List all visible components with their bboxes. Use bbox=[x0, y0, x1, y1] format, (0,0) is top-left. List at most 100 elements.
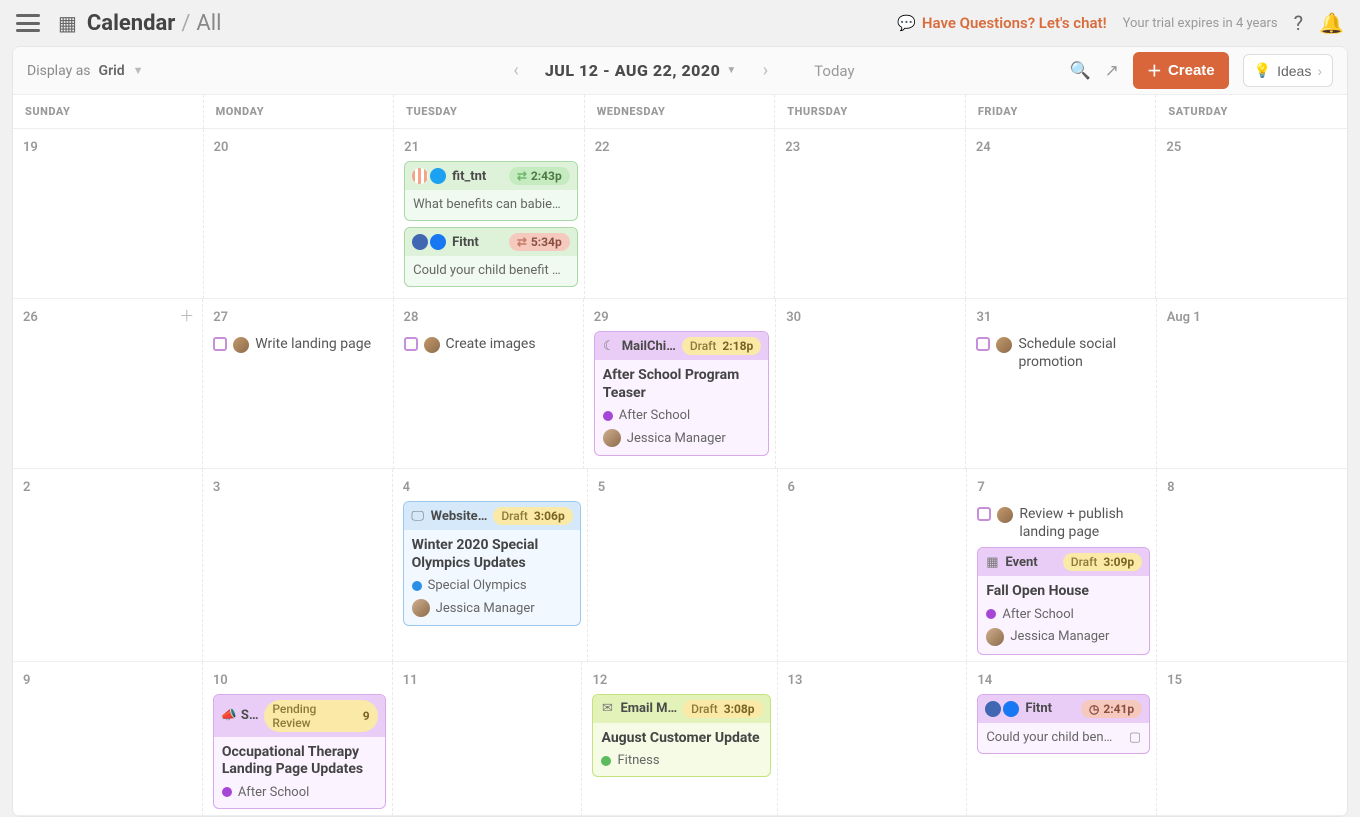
avatar bbox=[412, 599, 430, 617]
day-cell[interactable]: 5 bbox=[588, 469, 778, 662]
task-item[interactable]: Create images bbox=[404, 335, 577, 353]
search-icon[interactable]: 🔍 bbox=[1070, 61, 1091, 81]
email-card[interactable]: ☾ MailChi… Draft2:18p After School Progr… bbox=[594, 331, 769, 456]
card-title: August Customer Update bbox=[601, 730, 761, 748]
chevron-down-icon: ▼ bbox=[133, 64, 144, 77]
day-cell[interactable]: 26＋ bbox=[13, 299, 203, 469]
weekday-tue: TUESDAY bbox=[394, 95, 585, 128]
day-cell[interactable]: 4 🖵 Website… Draft3:06p Winter 2020 Spec… bbox=[393, 469, 588, 662]
day-cell[interactable]: 31 Schedule social promotion bbox=[966, 299, 1156, 469]
avatar bbox=[603, 429, 621, 447]
social-card[interactable]: fit_tnt ⇄2:43p What benefits can babie… bbox=[404, 161, 578, 221]
checkbox[interactable] bbox=[213, 337, 227, 351]
day-cell[interactable]: Aug 1 bbox=[1157, 299, 1347, 469]
avatar bbox=[986, 628, 1004, 646]
checkbox[interactable] bbox=[977, 507, 991, 521]
chat-link[interactable]: 💬 Have Questions? Let's chat! bbox=[897, 14, 1106, 32]
day-cell[interactable]: 15 bbox=[1157, 662, 1347, 816]
weekday-fri: FRIDAY bbox=[966, 95, 1157, 128]
social-card[interactable]: Fitnt ◷2:41p Could your child ben… ▢ bbox=[977, 694, 1150, 754]
day-cell[interactable]: 29 ☾ MailChi… Draft2:18p After School Pr… bbox=[584, 299, 776, 469]
help-icon[interactable]: ? bbox=[1294, 11, 1303, 35]
tag-dot bbox=[601, 756, 611, 766]
avatar bbox=[233, 337, 249, 353]
day-cell[interactable]: 11 bbox=[393, 662, 583, 816]
chevron-right-icon: › bbox=[1317, 63, 1322, 79]
week-row-4: 9 10 📣 S… Pending Review 9 Occupational … bbox=[13, 662, 1347, 816]
today-button[interactable]: Today bbox=[814, 62, 854, 80]
calendar-toolbar: Display as Grid ▼ ‹ JUL 12 - AUG 22, 202… bbox=[13, 47, 1347, 95]
weekday-headers: SUNDAY MONDAY TUESDAY WEDNESDAY THURSDAY… bbox=[13, 95, 1347, 129]
day-cell[interactable]: 2 bbox=[13, 469, 203, 662]
task-item[interactable]: Write landing page bbox=[213, 335, 386, 353]
day-cell[interactable]: 20 bbox=[204, 129, 395, 299]
plus-icon: ＋ bbox=[1147, 60, 1162, 81]
envelope-icon: ✉ bbox=[600, 701, 614, 716]
breadcrumb-sep: / bbox=[181, 11, 190, 36]
weekday-wed: WEDNESDAY bbox=[585, 95, 776, 128]
checkbox[interactable] bbox=[404, 337, 418, 351]
card-body: Could your child ben… bbox=[986, 730, 1129, 745]
status-pill: Draft3:06p bbox=[493, 507, 572, 525]
day-cell[interactable]: 27 Write landing page bbox=[203, 299, 393, 469]
tag-dot bbox=[603, 411, 613, 421]
social-card[interactable]: Fitnt ⇄5:34p Could your child benefit … bbox=[404, 227, 578, 287]
chat-icon: 💬 bbox=[897, 14, 916, 32]
day-cell[interactable]: 28 Create images bbox=[394, 299, 584, 469]
mailchimp-icon: ☾ bbox=[602, 339, 616, 354]
clock-icon: ◷ bbox=[1089, 702, 1099, 716]
app-header: ▦ Calendar / All 💬 Have Questions? Let's… bbox=[0, 0, 1360, 46]
bell-icon[interactable]: 🔔 bbox=[1319, 11, 1344, 35]
day-cell[interactable]: 10 📣 S… Pending Review 9 Occupational Th… bbox=[203, 662, 393, 816]
checkbox[interactable] bbox=[976, 337, 990, 351]
next-icon[interactable]: › bbox=[755, 56, 776, 85]
day-cell[interactable]: 24 bbox=[966, 129, 1157, 299]
content-card[interactable]: 🖵 Website… Draft3:06p Winter 2020 Specia… bbox=[403, 501, 581, 626]
facebook-icon bbox=[412, 234, 428, 250]
menu-icon[interactable] bbox=[16, 14, 40, 32]
social-campaign-card[interactable]: 📣 S… Pending Review 9 Occupational Thera… bbox=[213, 694, 386, 809]
avatar bbox=[996, 337, 1012, 353]
ideas-button[interactable]: 💡 Ideas › bbox=[1243, 54, 1333, 87]
status-pill: Draft2:18p bbox=[682, 337, 761, 355]
day-cell[interactable]: 6 bbox=[778, 469, 968, 662]
day-cell[interactable]: 9 bbox=[13, 662, 203, 816]
card-title: After School Program Teaser bbox=[603, 367, 760, 402]
weekday-sat: SATURDAY bbox=[1156, 95, 1347, 128]
card-title: Fall Open House bbox=[986, 583, 1141, 601]
status-pill: Draft3:08p bbox=[683, 700, 762, 718]
date-range-selector[interactable]: JUL 12 - AUG 22, 2020 ▼ bbox=[545, 61, 737, 80]
add-icon[interactable]: ＋ bbox=[179, 305, 194, 326]
share-icon[interactable]: ↗ bbox=[1105, 61, 1119, 81]
shuffle-icon: ⇄ bbox=[517, 169, 527, 183]
day-cell[interactable]: 7 Review + publish landing page ▦ Event … bbox=[967, 469, 1157, 662]
week-row-3: 2 3 4 🖵 Website… Draft3:06p Winter 2020 … bbox=[13, 469, 1347, 662]
create-button[interactable]: ＋ Create bbox=[1133, 52, 1229, 89]
page-title: ▦ Calendar / All bbox=[58, 11, 221, 36]
day-cell[interactable]: 14 Fitnt ◷2:41p Could your child ben… ▢ bbox=[967, 662, 1157, 816]
twitter-icon bbox=[430, 168, 446, 184]
calendar-icon: ▦ bbox=[58, 11, 77, 35]
title-sub: All bbox=[196, 11, 221, 36]
day-cell[interactable]: 21 fit_tnt ⇄2:43p What benefits can babi… bbox=[394, 129, 585, 299]
megaphone-icon bbox=[430, 234, 446, 250]
day-cell[interactable]: 8 bbox=[1157, 469, 1347, 662]
email-card[interactable]: ✉ Email M… Draft3:08p August Customer Up… bbox=[592, 694, 770, 778]
display-as-selector[interactable]: Display as Grid ▼ bbox=[27, 63, 144, 79]
day-cell[interactable]: 12 ✉ Email M… Draft3:08p August Customer… bbox=[582, 662, 777, 816]
day-cell[interactable]: 13 bbox=[778, 662, 968, 816]
weekday-thu: THURSDAY bbox=[775, 95, 966, 128]
shuffle-icon: ⇄ bbox=[517, 235, 527, 249]
title-main: Calendar bbox=[87, 11, 175, 36]
day-cell[interactable]: 23 bbox=[775, 129, 966, 299]
event-card[interactable]: ▦ Event Draft3:09p Fall Open House After… bbox=[977, 547, 1150, 655]
day-cell[interactable]: 30 bbox=[776, 299, 966, 469]
day-cell[interactable]: 22 bbox=[585, 129, 776, 299]
prev-icon[interactable]: ‹ bbox=[505, 56, 526, 85]
day-cell[interactable]: 25 bbox=[1156, 129, 1347, 299]
avatar bbox=[997, 507, 1013, 523]
day-cell[interactable]: 3 bbox=[203, 469, 393, 662]
task-item[interactable]: Schedule social promotion bbox=[976, 335, 1149, 371]
task-item[interactable]: Review + publish landing page bbox=[977, 505, 1150, 541]
day-cell[interactable]: 19 bbox=[13, 129, 204, 299]
